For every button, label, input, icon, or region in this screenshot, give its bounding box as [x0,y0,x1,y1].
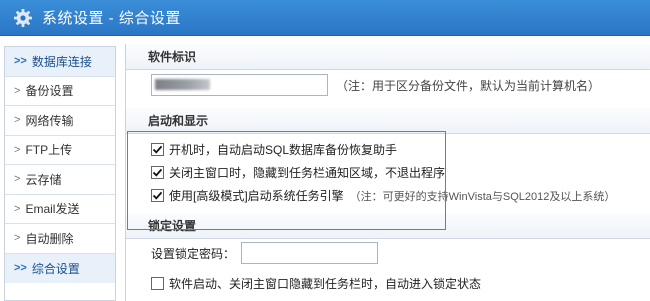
auto-lock-checkbox[interactable] [151,277,164,290]
lock-header: 锁定设置 [126,213,650,239]
sidebar-item-backup[interactable]: > 备份设置 [5,77,115,106]
auto-lock-label: 软件启动、关闭主窗口隐藏到任务栏时，自动进入锁定状态 [169,277,482,291]
lock-password-input[interactable] [241,242,379,264]
chevron-right-icon: > [14,114,21,127]
sidebar-item-network[interactable]: > 网络传输 [5,106,115,136]
startup-option-1[interactable]: 开机时，自动启动SQL数据库备份恢复助手 [151,141,397,158]
auto-lock-row[interactable]: 软件启动、关闭主窗口隐藏到任务栏时，自动进入锁定状态 [151,275,481,292]
startup-header: 启动和显示 [126,108,650,134]
advanced-mode-checkbox[interactable] [151,189,164,202]
title-bar: 系统设置 - 综合设置 [0,0,650,36]
software-id-hint: （注：用于区分备份文件，默认为当前计算机名） [336,78,601,93]
chevron-right-icon: > [14,143,21,156]
sidebar-item-general[interactable]: >> 综合设置 [5,253,115,283]
autostart-checkbox[interactable] [151,143,164,156]
software-id-header: 软件标识 [126,44,650,70]
sidebar-item-label: 云存储 [25,172,62,187]
advanced-mode-label: 使用[高级模式]启动系统任务引擎 [169,189,344,203]
lock-password-row: 设置锁定密码： [151,242,379,264]
sidebar-item-label: 网络传输 [25,113,74,128]
sidebar-item-label: FTP上传 [25,143,73,158]
sidebar-item-label: 数据库连接 [31,54,92,69]
checkmark-icon [152,191,163,200]
autostart-label: 开机时，自动启动SQL数据库备份恢复助手 [169,143,398,157]
minimize-to-tray-checkbox[interactable] [151,166,164,179]
checkmark-icon [152,168,163,177]
sidebar-item-label: 备份设置 [25,84,74,99]
sidebar-item-cloud[interactable]: > 云存储 [5,165,115,195]
checkmark-icon [152,145,163,154]
chevron-right-icon: > [14,202,21,215]
double-chevron-icon: >> [14,262,27,275]
settings-panel: 软件标识 （注：用于区分备份文件，默认为当前计算机名） 启动和显示 开机时，自动… [125,44,650,301]
startup-option-2[interactable]: 关闭主窗口时，隐藏到任务栏通知区域，不退出程序 [151,164,445,181]
lock-password-label: 设置锁定密码： [151,246,236,261]
sidebar-item-email[interactable]: > Email发送 [5,195,115,224]
sidebar: >> 数据库连接 > 备份设置 > 网络传输 > FTP上传 > 云存储 > E… [4,46,116,301]
double-chevron-icon: >> [14,55,27,68]
sidebar-item-label: Email发送 [25,202,80,217]
sidebar-item-auto-delete[interactable]: > 自动删除 [5,224,115,254]
startup-option-3[interactable]: 使用[高级模式]启动系统任务引擎 （注：可更好的支持WinVista与SQL20… [151,187,615,204]
sidebar-item-database[interactable]: >> 数据库连接 [5,47,115,77]
chevron-right-icon: > [14,84,21,97]
sidebar-item-ftp[interactable]: > FTP上传 [5,136,115,165]
minimize-to-tray-label: 关闭主窗口时，隐藏到任务栏通知区域，不退出程序 [169,166,446,180]
sidebar-item-label: 综合设置 [31,261,80,276]
gear-icon [14,8,32,27]
redacted-name [155,79,210,90]
software-id-row: （注：用于区分备份文件，默认为当前计算机名） [151,74,600,96]
sidebar-item-label: 自动删除 [25,231,74,246]
advanced-mode-note: （注：可更好的支持WinVista与SQL2012及以上系统） [349,190,616,203]
chevron-right-icon: > [14,173,21,186]
window-title: 系统设置 - 综合设置 [42,10,181,27]
chevron-right-icon: > [14,232,21,245]
